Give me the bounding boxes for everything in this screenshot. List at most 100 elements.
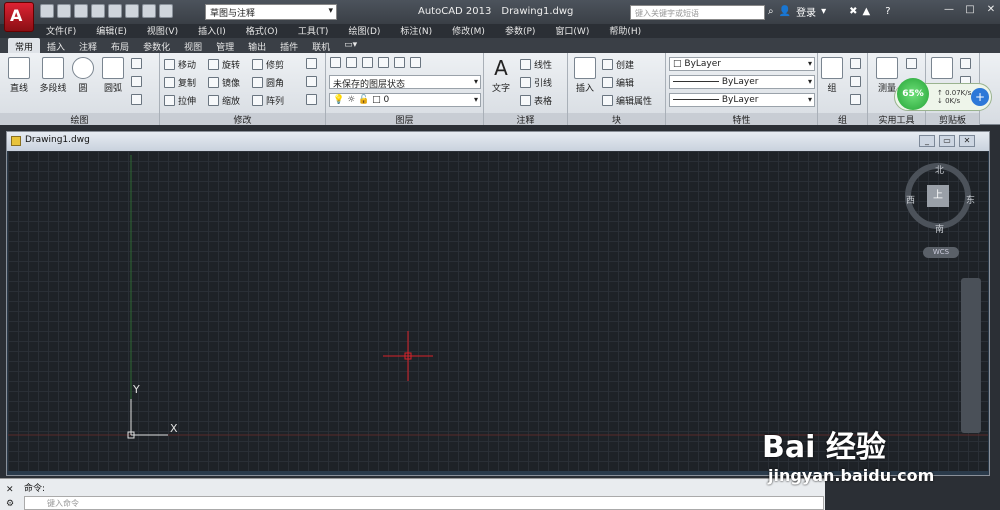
menu-parametric[interactable]: 参数(P) [505, 24, 535, 38]
trim-button[interactable]: 修剪 [252, 58, 284, 71]
undo-icon[interactable] [142, 4, 156, 18]
panel-title-properties[interactable]: 特性 [666, 113, 817, 126]
layer-unisolate-icon[interactable] [378, 57, 389, 68]
stretch-button[interactable]: 拉伸 [164, 94, 196, 107]
maximize-button[interactable]: □ [963, 4, 977, 18]
document-tab[interactable]: Drawing1.dwg [7, 132, 989, 151]
menu-file[interactable]: 文件(F) [46, 24, 76, 38]
menu-modify[interactable]: 修改(M) [452, 24, 485, 38]
layer-off-icon[interactable] [410, 57, 421, 68]
menu-edit[interactable]: 编辑(E) [96, 24, 127, 38]
panel-title-modify[interactable]: 修改 [160, 113, 325, 126]
panel-title-groups[interactable]: 组 [818, 113, 867, 126]
search-input[interactable]: 键入关键字或短语 [630, 5, 765, 20]
layer-freeze-icon[interactable] [394, 57, 405, 68]
group-select-tool[interactable] [850, 94, 861, 105]
help-icon[interactable]: ? [885, 6, 890, 17]
panel-title-annotation[interactable]: 注释 [484, 113, 567, 126]
paste-button[interactable] [930, 57, 954, 81]
command-input[interactable]: 键入命令 [24, 496, 824, 510]
layer-dropdown[interactable]: 💡 ☼ 🔓 □ 0 ▾ [329, 93, 481, 107]
new-icon[interactable] [40, 4, 54, 18]
close-button[interactable]: ✕ [984, 4, 998, 18]
binoculars-icon[interactable]: ⌕ [768, 6, 774, 17]
plot-icon[interactable] [108, 4, 122, 18]
linetype-dropdown[interactable]: ByLayer ▾ [669, 75, 815, 89]
lineweight-dropdown[interactable]: ByLayer ▾ [669, 93, 815, 107]
doc-close-button[interactable]: ✕ [959, 135, 975, 147]
menu-insert[interactable]: 插入(I) [198, 24, 226, 38]
rotate-button[interactable]: 旋转 [208, 58, 240, 71]
menu-format[interactable]: 格式(O) [246, 24, 278, 38]
save-icon[interactable] [74, 4, 88, 18]
scale-button[interactable]: 缩放 [208, 94, 240, 107]
menu-tools[interactable]: 工具(T) [298, 24, 329, 38]
menu-help[interactable]: 帮助(H) [609, 24, 641, 38]
tab-home[interactable]: 常用 [8, 38, 41, 53]
mirror-button[interactable]: 镜像 [208, 76, 240, 89]
panel-title-block[interactable]: 块 [568, 113, 665, 126]
copy-button[interactable]: 复制 [164, 76, 196, 89]
chevron-down-icon[interactable]: ▾ [821, 6, 826, 17]
polyline-button[interactable]: 多段线 [36, 57, 70, 94]
menu-view[interactable]: 视图(V) [147, 24, 178, 38]
redo-icon[interactable] [159, 4, 173, 18]
offset-tool[interactable] [306, 94, 317, 105]
minimize-button[interactable]: — [942, 4, 956, 18]
arc-button[interactable]: 圆弧 [100, 57, 126, 94]
menu-window[interactable]: 窗口(W) [555, 24, 589, 38]
move-button[interactable]: 移动 [164, 58, 196, 71]
panel-title-utilities[interactable]: 实用工具 [868, 113, 925, 126]
menu-draw[interactable]: 绘图(D) [348, 24, 380, 38]
table-button[interactable]: 表格 [520, 94, 552, 107]
color-dropdown[interactable]: □ ByLayer ▾ [669, 57, 815, 71]
ungroup-tool[interactable] [850, 58, 861, 69]
boundary-tool[interactable] [131, 94, 142, 105]
viewcube-north[interactable]: 北 [935, 163, 944, 176]
circle-button[interactable]: 圆 [70, 57, 96, 94]
tab-manage[interactable]: 管理 [209, 38, 241, 53]
network-speed-widget[interactable]: 65% ↑ 0.07K/s ↓ 0K/s + [894, 78, 992, 111]
text-button[interactable]: A 文字 [488, 57, 514, 94]
open-icon[interactable] [57, 4, 71, 18]
viewcube-south[interactable]: 南 [935, 222, 944, 235]
tab-extra-icon[interactable]: ▭▾ [337, 38, 364, 53]
saveas-icon[interactable] [91, 4, 105, 18]
erase-tool[interactable] [306, 58, 317, 69]
exchange-icon[interactable]: ✖ [849, 6, 857, 17]
tab-output[interactable]: 输出 [241, 38, 273, 53]
panel-title-layers[interactable]: 图层 [326, 113, 483, 126]
tab-annotate[interactable]: 注释 [72, 38, 104, 53]
group-edit-tool[interactable] [850, 76, 861, 87]
tab-layout[interactable]: 布局 [104, 38, 136, 53]
edit-attr-button[interactable]: 编辑属性 [602, 94, 652, 107]
panel-title-clipboard[interactable]: 剪贴板 [926, 113, 979, 126]
tab-view[interactable]: 视图 [177, 38, 209, 53]
panel-title-draw[interactable]: 绘图 [0, 113, 159, 126]
plus-icon[interactable]: + [971, 88, 989, 106]
viewcube-east[interactable]: 东 [966, 193, 975, 206]
login-link[interactable]: 登录 [796, 4, 816, 19]
explode-tool[interactable] [306, 76, 317, 87]
linear-button[interactable]: 线性 [520, 58, 552, 71]
viewcube-top-face[interactable]: 上 [927, 185, 949, 207]
tab-insert[interactable]: 插入 [40, 38, 72, 53]
viewcube-west[interactable]: 西 [906, 193, 915, 206]
doc-minimize-button[interactable]: _ [919, 135, 935, 147]
create-block-button[interactable]: 创建 [602, 58, 634, 71]
doc-restore-button[interactable]: ▭ [939, 135, 955, 147]
layer-isolate-icon[interactable] [362, 57, 373, 68]
navigation-bar[interactable] [961, 278, 981, 433]
fillet-button[interactable]: 圆角 [252, 76, 284, 89]
user-icon[interactable]: 👤 [779, 6, 791, 17]
tab-online[interactable]: 联机 [305, 38, 337, 53]
tab-parametric[interactable]: 参数化 [136, 38, 177, 53]
cut-tool[interactable] [960, 58, 971, 69]
wcs-menu[interactable]: WCS [923, 247, 959, 258]
connect-icon[interactable]: ▲ [862, 6, 870, 17]
hatch-tool[interactable] [131, 76, 142, 87]
leader-button[interactable]: 引线 [520, 76, 552, 89]
menu-dimension[interactable]: 标注(N) [400, 24, 432, 38]
layer-properties-icon[interactable] [330, 57, 341, 68]
workspace-dropdown[interactable]: 草图与注释 ▾ [205, 4, 337, 20]
